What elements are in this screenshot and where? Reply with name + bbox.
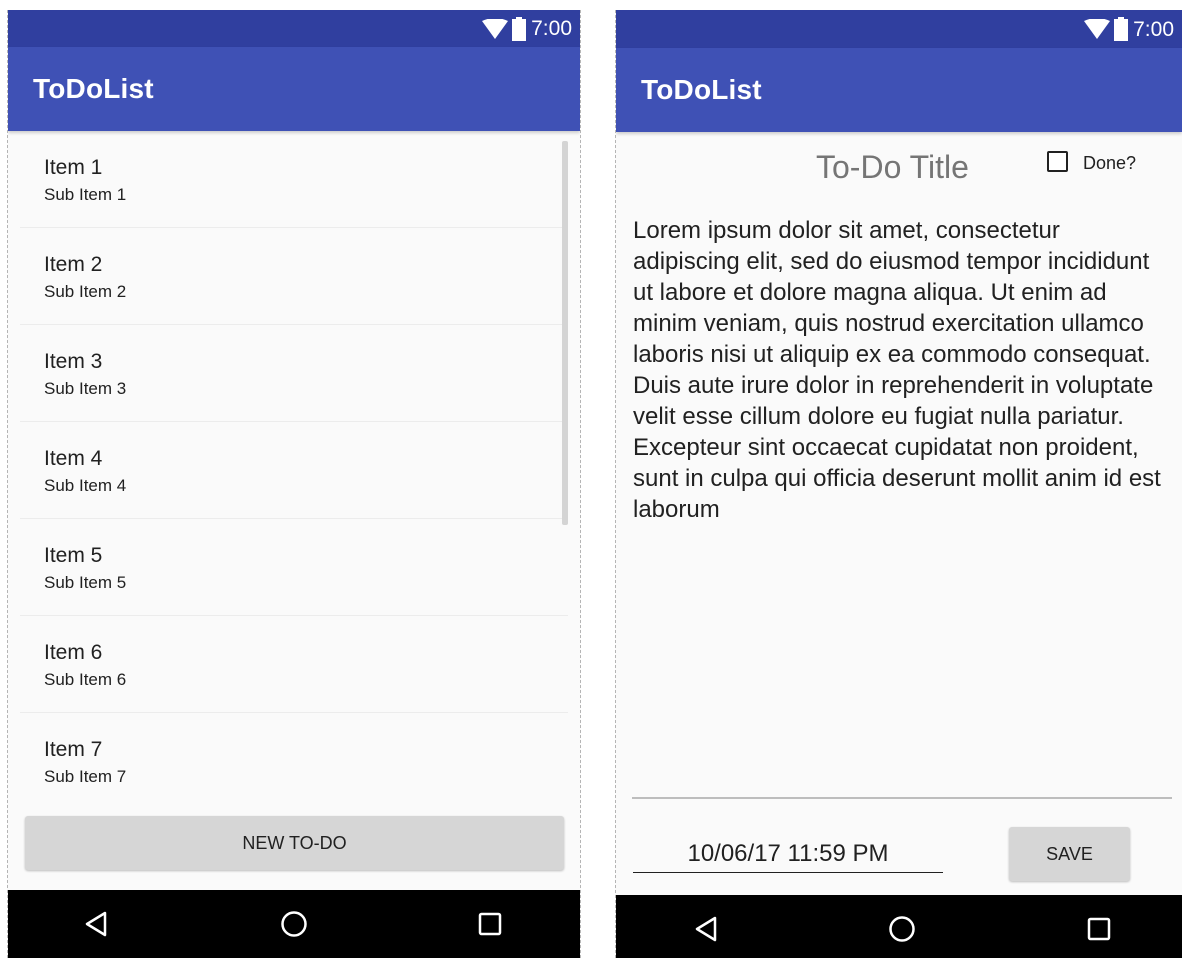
back-icon[interactable] [676,895,736,958]
navigation-bar [616,895,1182,958]
recents-icon[interactable] [460,890,520,958]
item-subtitle: Sub Item 2 [44,282,127,301]
todo-list: Item 1 Sub Item 1 Item 2 Sub Item 2 Item… [8,131,580,813]
new-todo-button[interactable]: NEW TO-DO [25,816,564,870]
list-item[interactable]: Item 1 Sub Item 1 [20,131,568,228]
battery-icon [1114,17,1129,41]
todo-title[interactable]: To-Do Title [816,149,969,186]
navigation-bar [8,890,580,958]
wifi-icon [482,18,509,39]
item-subtitle: Sub Item 3 [44,379,127,398]
wifi-icon [1084,19,1111,39]
recents-icon[interactable] [1069,895,1129,958]
detail-screen: 7:00 ToDoList To-Do Title Done? Lorem ip… [615,10,1182,958]
list-item[interactable]: Item 6 Sub Item 6 [20,616,568,713]
divider [632,797,1172,799]
battery-icon [512,16,527,41]
done-checkbox[interactable] [1047,151,1068,172]
list-item[interactable]: Item 4 Sub Item 4 [20,422,568,519]
done-label: Done? [1083,153,1137,173]
status-bar: 7:00 [616,10,1182,48]
app-bar: ToDoList [616,48,1182,132]
item-title: Item 4 [44,447,103,470]
item-subtitle: Sub Item 6 [44,670,127,689]
item-title: Item 3 [44,350,103,373]
home-icon[interactable] [872,895,932,958]
home-icon[interactable] [264,890,324,958]
status-time: 7:00 [1133,17,1174,41]
app-bar: ToDoList [8,47,580,131]
list-item[interactable]: Item 5 Sub Item 5 [20,519,568,616]
save-button[interactable]: SAVE [1009,827,1130,881]
item-title: Item 2 [44,253,103,276]
list-item[interactable]: Item 7 Sub Item 7 [20,713,568,810]
item-title: Item 7 [44,738,103,761]
item-subtitle: Sub Item 1 [44,185,127,204]
status-bar: 7:00 [8,10,580,47]
due-date-field[interactable]: 10/06/17 11:59 PM [633,837,943,873]
list-item[interactable]: Item 2 Sub Item 2 [20,228,568,325]
item-title: Item 1 [44,156,103,179]
item-title: Item 5 [44,544,103,567]
status-time: 7:00 [531,17,572,40]
list-scrollbar[interactable] [562,141,568,525]
item-subtitle: Sub Item 5 [44,573,127,592]
item-subtitle: Sub Item 4 [44,476,127,495]
item-title: Item 6 [44,641,103,664]
back-icon[interactable] [66,890,126,958]
list-screen: 7:00 ToDoList Item 1 Sub Item 1 Item 2 S… [7,10,581,958]
list-item[interactable]: Item 3 Sub Item 3 [20,325,568,422]
app-title: ToDoList [33,73,154,104]
app-title: ToDoList [641,74,762,105]
item-subtitle: Sub Item 7 [44,767,127,786]
todo-description[interactable]: Lorem ipsum dolor sit amet, consectetur … [633,215,1173,525]
